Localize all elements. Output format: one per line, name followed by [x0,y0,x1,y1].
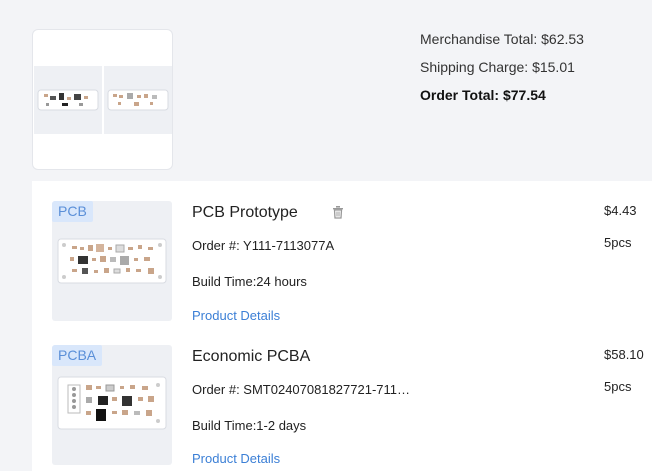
product-details-link[interactable]: Product Details [192,451,280,467]
product-image[interactable]: PCBA [52,345,172,465]
summary-board-image-1 [34,66,102,134]
summary-board-image-2 [104,66,172,134]
order-totals: Merchandise Total: $62.53 Shipping Charg… [420,30,584,114]
product-title: Economic PCBA [192,348,311,365]
trash-icon[interactable] [330,204,346,220]
item-price: $58.10 [604,347,644,362]
order-items-list: PCB PCB Prototype Order #: Y111-7113077A… [32,181,652,471]
order-number: Order #: SMT02407081827721-711… [192,382,411,397]
order-total: Order Total: $77.54 [420,87,546,103]
build-time: Build Time:1-2 days [192,418,307,433]
product-details-link[interactable]: Product Details [192,308,280,324]
product-title: PCB Prototype [192,204,298,221]
product-type-tag: PCBA [52,345,103,366]
order-page: Merchandise Total: $62.53 Shipping Charg… [0,0,652,471]
build-time: Build Time:24 hours [192,274,307,289]
summary-thumbnail-card[interactable] [32,29,173,170]
item-quantity: 5pcs [604,235,632,250]
order-number: Order #: Y111-7113077A [192,238,335,253]
product-image[interactable]: PCB [52,201,172,321]
product-type-tag: PCB [52,201,93,222]
item-price: $4.43 [604,203,637,218]
merchandise-total: Merchandise Total: $62.53 [420,31,584,47]
shipping-charge: Shipping Charge: $15.01 [420,59,575,75]
item-quantity: 5pcs [604,379,632,394]
